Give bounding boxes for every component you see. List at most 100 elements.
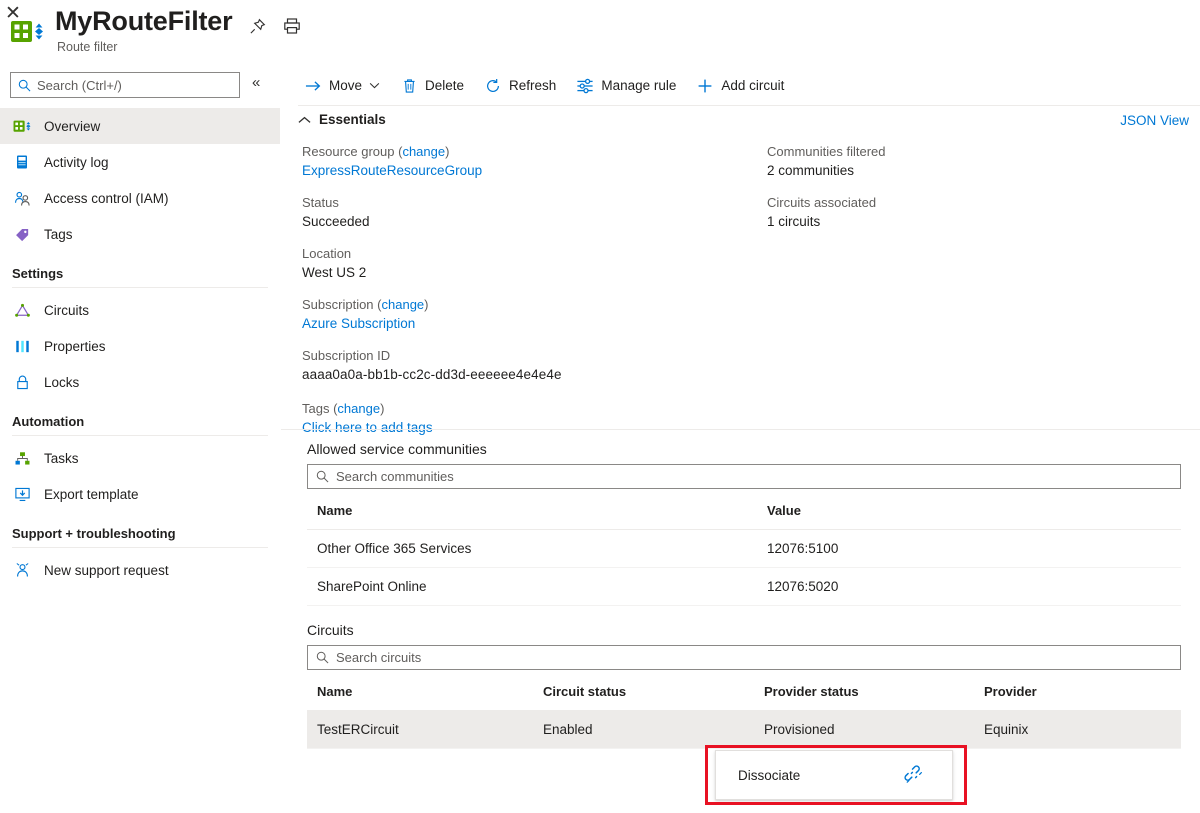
table-row[interactable]: SharePoint Online 12076:5020 bbox=[307, 568, 1181, 606]
communities-section-title: Allowed service communities bbox=[281, 441, 1200, 457]
essentials-title: Essentials bbox=[319, 112, 386, 127]
sidebar-group-automation: Automation bbox=[0, 400, 280, 431]
field-value[interactable]: Click here to add tags bbox=[302, 418, 752, 438]
essentials-toggle[interactable]: Essentials bbox=[298, 112, 386, 127]
field-value: West US 2 bbox=[302, 263, 752, 283]
delete-label: Delete bbox=[425, 78, 464, 93]
export-template-icon bbox=[12, 484, 32, 504]
table-header-row: Name Value bbox=[307, 489, 1181, 530]
cell-provider: Equinix bbox=[974, 711, 1181, 749]
field-label: Subscription ID bbox=[302, 346, 752, 365]
circuits-search-placeholder: Search circuits bbox=[336, 650, 421, 665]
print-icon[interactable] bbox=[280, 14, 304, 38]
sidebar-collapse-button[interactable]: « bbox=[252, 74, 260, 91]
refresh-button[interactable]: Refresh bbox=[478, 71, 561, 101]
column-header-provider[interactable]: Provider bbox=[974, 670, 1181, 711]
field-value[interactable]: ExpressRouteResourceGroup bbox=[302, 161, 752, 181]
sidebar-item-label: Access control (IAM) bbox=[44, 191, 169, 206]
sidebar-item-properties[interactable]: Properties bbox=[0, 328, 280, 364]
table-row[interactable]: Other Office 365 Services 12076:5100 bbox=[307, 530, 1181, 568]
search-placeholder: Search (Ctrl+/) bbox=[37, 78, 122, 93]
move-button[interactable]: Move bbox=[298, 71, 385, 101]
refresh-icon bbox=[483, 76, 503, 96]
column-header-value[interactable]: Value bbox=[757, 489, 1181, 530]
table-row[interactable]: TestERCircuit Enabled Provisioned Equini… bbox=[307, 711, 1181, 749]
json-view-link[interactable]: JSON View bbox=[1120, 113, 1189, 128]
field-location: Location West US 2 bbox=[302, 244, 752, 283]
change-link[interactable]: change bbox=[337, 401, 380, 416]
properties-icon bbox=[12, 336, 32, 356]
field-value: 1 circuits bbox=[767, 212, 1167, 232]
divider bbox=[298, 105, 1200, 106]
sidebar-item-overview[interactable]: Overview bbox=[0, 108, 280, 144]
delete-button[interactable]: Delete bbox=[394, 71, 469, 101]
sidebar-item-label: Properties bbox=[44, 339, 106, 354]
field-value[interactable]: Azure Subscription bbox=[302, 314, 752, 334]
circuits-icon bbox=[12, 300, 32, 320]
sidebar-item-activity-log[interactable]: Activity log bbox=[0, 144, 280, 180]
sidebar-nav: Overview Activity log bbox=[0, 108, 280, 588]
essentials-right-column: Communities filtered 2 communities Circu… bbox=[767, 142, 1167, 244]
add-circuit-button[interactable]: Add circuit bbox=[690, 71, 789, 101]
field-value: Succeeded bbox=[302, 212, 752, 232]
page-title: MyRouteFilter bbox=[55, 4, 232, 38]
essentials-left-column: Resource group (change) ExpressRouteReso… bbox=[302, 142, 752, 450]
field-label: Status bbox=[302, 193, 752, 212]
sidebar-item-label: Locks bbox=[44, 375, 79, 390]
circuits-section-title: Circuits bbox=[281, 622, 1200, 638]
field-resource-group: Resource group (change) ExpressRouteReso… bbox=[302, 142, 752, 181]
field-label: Resource group (change) bbox=[302, 142, 752, 161]
tag-icon bbox=[12, 224, 32, 244]
sidebar-group-settings: Settings bbox=[0, 252, 280, 283]
change-link[interactable]: change bbox=[382, 297, 425, 312]
column-header-name[interactable]: Name bbox=[307, 670, 533, 711]
cell-name: Other Office 365 Services bbox=[307, 530, 757, 568]
page-subtitle: Route filter bbox=[55, 39, 232, 55]
column-header-circuit-status[interactable]: Circuit status bbox=[533, 670, 754, 711]
sidebar-group-support: Support + troubleshooting bbox=[0, 512, 280, 543]
sidebar-item-label: Activity log bbox=[44, 155, 109, 170]
field-subscription-id: Subscription ID aaaa0a0a-bb1b-cc2c-dd3d-… bbox=[302, 346, 752, 385]
sidebar-item-label: Circuits bbox=[44, 303, 89, 318]
sidebar-item-export-template[interactable]: Export template bbox=[0, 476, 280, 512]
tasks-icon bbox=[12, 448, 32, 468]
column-header-name[interactable]: Name bbox=[307, 489, 757, 530]
annotation-highlight-box bbox=[705, 745, 967, 805]
communities-search-input[interactable]: Search communities bbox=[307, 464, 1181, 489]
field-communities-filtered: Communities filtered 2 communities bbox=[767, 142, 1167, 181]
cell-circuit-status: Enabled bbox=[533, 711, 754, 749]
sidebar-item-tasks[interactable]: Tasks bbox=[0, 440, 280, 476]
column-header-provider-status[interactable]: Provider status bbox=[754, 670, 974, 711]
circuits-section: Circuits Search circuits Name Circuit st… bbox=[281, 622, 1200, 749]
sidebar-item-tags[interactable]: Tags bbox=[0, 216, 280, 252]
sidebar-item-new-support-request[interactable]: New support request bbox=[0, 552, 280, 588]
lock-icon bbox=[12, 372, 32, 392]
field-circuits-associated: Circuits associated 1 circuits bbox=[767, 193, 1167, 232]
sliders-icon bbox=[575, 76, 595, 96]
field-status: Status Succeeded bbox=[302, 193, 752, 232]
route-filter-icon bbox=[10, 18, 44, 46]
field-tags: Tags (change) Click here to add tags bbox=[302, 399, 752, 438]
search-icon bbox=[18, 79, 31, 92]
sidebar-item-access-control[interactable]: Access control (IAM) bbox=[0, 180, 280, 216]
main-content: Move Delete bbox=[281, 66, 1200, 813]
search-icon bbox=[316, 470, 329, 483]
cell-name: TestERCircuit bbox=[307, 711, 533, 749]
search-input[interactable]: Search (Ctrl+/) bbox=[10, 72, 240, 98]
search-icon bbox=[316, 651, 329, 664]
divider bbox=[12, 287, 268, 288]
cell-provider-status: Provisioned bbox=[754, 711, 974, 749]
sidebar-item-circuits[interactable]: Circuits bbox=[0, 292, 280, 328]
manage-rule-button[interactable]: Manage rule bbox=[570, 71, 681, 101]
title-block: MyRouteFilter Route filter bbox=[55, 4, 232, 55]
sidebar-item-label: Tags bbox=[44, 227, 73, 242]
circuits-search-input[interactable]: Search circuits bbox=[307, 645, 1181, 670]
refresh-label: Refresh bbox=[509, 78, 556, 93]
divider bbox=[281, 429, 1200, 430]
change-link[interactable]: change bbox=[402, 144, 445, 159]
pin-icon[interactable] bbox=[245, 14, 269, 38]
sidebar-item-label: Tasks bbox=[44, 451, 79, 466]
chevron-down-icon[interactable] bbox=[369, 82, 380, 89]
divider bbox=[12, 435, 268, 436]
sidebar-item-locks[interactable]: Locks bbox=[0, 364, 280, 400]
